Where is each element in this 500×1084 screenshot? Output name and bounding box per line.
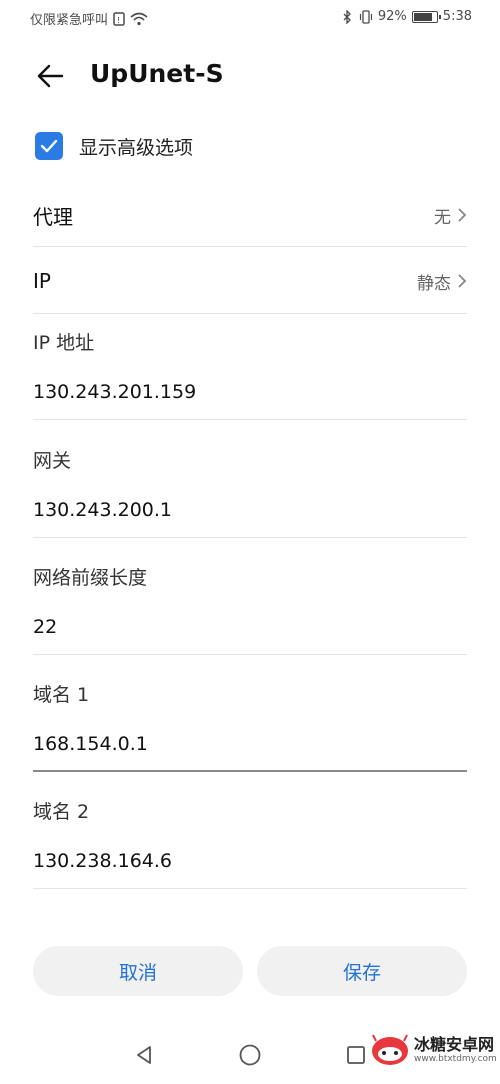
- advanced-options-toggle[interactable]: 显示高级选项: [35, 128, 193, 164]
- battery-percent: 92%: [377, 9, 407, 24]
- nav-recents-button[interactable]: [341, 1040, 371, 1070]
- ip-settings-row[interactable]: IP 静态: [33, 261, 467, 301]
- header: UpUnet-S: [0, 46, 500, 104]
- circle-home-icon: [239, 1044, 261, 1066]
- watermark-name: 冰糖安卓网: [414, 1035, 495, 1054]
- nav-home-button[interactable]: [235, 1040, 265, 1070]
- bluetooth-icon: [343, 9, 351, 24]
- ip-settings-label: IP: [33, 269, 51, 293]
- arrow-left-icon: [37, 64, 64, 88]
- page-title: UpUnet-S: [90, 59, 224, 88]
- proxy-label: 代理: [33, 204, 73, 229]
- dns2-label: 域名 2: [33, 801, 90, 823]
- watermark-url: www.btxtdmy.com: [414, 1054, 497, 1064]
- clock: 5:38: [442, 9, 472, 24]
- status-right: 92% 5:38: [340, 9, 472, 24]
- divider: [33, 654, 467, 655]
- chevron-right-icon: [458, 208, 467, 222]
- divider: [33, 888, 467, 889]
- vibrate-icon: [359, 9, 372, 24]
- status-bar: 仅限紧急呼叫 ! 92% 5:38: [0, 0, 500, 34]
- gateway-input[interactable]: [33, 490, 467, 530]
- advanced-options-checkbox[interactable]: [35, 132, 63, 160]
- gateway-label: 网关: [33, 450, 72, 472]
- ip-address-label: IP 地址: [33, 332, 95, 354]
- cancel-button[interactable]: 取消: [33, 946, 243, 996]
- wifi-icon: [130, 12, 148, 25]
- sim-icon: !: [113, 11, 125, 26]
- focused-underline: [33, 770, 467, 772]
- prefix-length-input[interactable]: [33, 607, 467, 647]
- dns2-input[interactable]: [33, 841, 467, 881]
- divider: [33, 246, 467, 247]
- save-button[interactable]: 保存: [257, 946, 467, 996]
- triangle-back-icon: [137, 1046, 151, 1064]
- chevron-right-icon: [458, 274, 467, 288]
- divider: [33, 537, 467, 538]
- status-left: 仅限紧急呼叫 !: [30, 9, 148, 28]
- proxy-value: 无: [434, 207, 451, 228]
- divider: [33, 313, 467, 314]
- watermark: 冰糖安卓网 www.btxtdmy.com: [370, 1022, 498, 1078]
- battery-fill: [413, 12, 433, 21]
- ip-address-input[interactable]: [33, 372, 467, 412]
- dns1-input[interactable]: [33, 724, 467, 764]
- carrier-text: 仅限紧急呼叫: [30, 13, 109, 28]
- prefix-length-label: 网络前缀长度: [33, 567, 148, 589]
- square-recents-icon: [347, 1046, 365, 1064]
- proxy-row[interactable]: 代理 无: [33, 195, 467, 235]
- ip-settings-value-group: 静态: [417, 269, 467, 294]
- nav-back-button[interactable]: [129, 1040, 159, 1070]
- proxy-value-group: 无: [434, 203, 467, 228]
- advanced-options-label: 显示高级选项: [79, 136, 194, 159]
- ip-settings-value: 静态: [417, 273, 451, 294]
- watermark-text: 冰糖安卓网 www.btxtdmy.com: [414, 1035, 497, 1065]
- watermark-logo-icon: [372, 1034, 408, 1065]
- battery-icon: [411, 10, 441, 23]
- svg-text:!: !: [117, 16, 120, 25]
- divider: [33, 419, 467, 420]
- back-button[interactable]: [32, 58, 68, 94]
- check-icon: [40, 139, 58, 153]
- dns1-label: 域名 1: [33, 684, 90, 706]
